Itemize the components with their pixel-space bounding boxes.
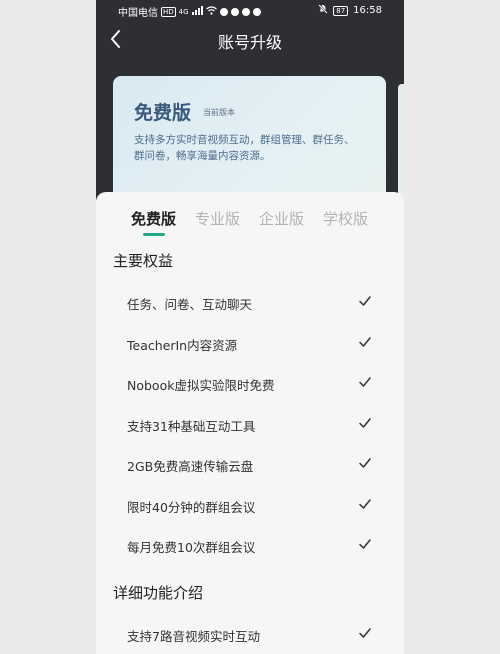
- tab-school[interactable]: 学校版: [323, 208, 368, 229]
- status-right: 87 16:58: [318, 4, 382, 17]
- page-title: 账号升级: [217, 33, 282, 52]
- check-icon: [359, 458, 371, 468]
- benefit-row: 限时40分钟的群组会议: [96, 488, 404, 524]
- benefit-label: TeacherIn内容资源: [127, 338, 238, 353]
- header-area: 中国电信 HD 4G 87 16:58 账号升级 免费版 当前版本 支持多方实时…: [96, 0, 404, 206]
- tab-enterprise[interactable]: 企业版: [259, 208, 304, 229]
- message-notification-icon: [241, 7, 250, 16]
- feature-row: 支持7路音视频实时互动: [96, 617, 404, 653]
- benefit-label: 2GB免费高速传输云盘: [127, 459, 254, 474]
- active-tab-indicator: [143, 233, 165, 236]
- carrier-label: 中国电信: [118, 8, 158, 19]
- benefit-label: Nobook虚拟实验限时免费: [127, 378, 275, 393]
- nav-bar: 账号升级: [96, 24, 404, 56]
- plan-card: 免费版 当前版本 支持多方实时音视频互动，群组管理、群任务、群问卷，畅享海量内容…: [113, 76, 386, 206]
- benefit-label: 限时40分钟的群组会议: [127, 500, 256, 515]
- check-icon: [359, 418, 371, 428]
- battery-icon: 87: [333, 5, 349, 16]
- status-bar: 中国电信 HD 4G 87 16:58: [96, 0, 404, 22]
- check-icon: [359, 539, 371, 549]
- main-benefits-title: 主要权益: [113, 252, 174, 270]
- phone-screen: 中国电信 HD 4G 87 16:58 账号升级 免费版 当前版本 支持多方实时…: [96, 0, 404, 654]
- check-icon: [359, 377, 371, 387]
- benefit-label: 支持31种基础互动工具: [127, 419, 256, 434]
- feature-label: 支持7路音视频实时互动: [127, 629, 260, 644]
- check-icon: [359, 628, 371, 638]
- background-right: [404, 0, 500, 654]
- app-notification-icon-2: [230, 7, 239, 16]
- status-left: 中国电信 HD 4G: [118, 4, 261, 19]
- plan-details-sheet: 免费版 专业版 企业版 学校版 主要权益 任务、问卷、互动聊天 TeacherI…: [96, 192, 404, 654]
- benefit-label: 任务、问卷、互动聊天: [127, 297, 253, 312]
- next-plan-card-peek[interactable]: [398, 84, 404, 204]
- mute-bell-icon: [318, 4, 328, 17]
- plan-card-description: 支持多方实时音视频互动，群组管理、群任务、群问卷，畅享海量内容资源。: [134, 134, 355, 162]
- benefit-row: Nobook虚拟实验限时免费: [96, 366, 404, 402]
- signal-icon: [191, 5, 203, 18]
- app-notification-icon: [219, 7, 228, 16]
- benefit-row: 2GB免费高速传输云盘: [96, 447, 404, 483]
- wifi-icon: [205, 5, 217, 18]
- tab-free[interactable]: 免费版: [131, 208, 176, 229]
- benefit-row: 支持31种基础互动工具: [96, 407, 404, 443]
- check-icon: [359, 337, 371, 347]
- benefit-row: TeacherIn内容资源: [96, 326, 404, 362]
- tab-professional[interactable]: 专业版: [195, 208, 240, 229]
- current-version-tag: 当前版本: [203, 108, 235, 117]
- benefit-row: 每月免费10次群组会议: [96, 528, 404, 564]
- network-type: 4G: [178, 7, 189, 16]
- background-left: [0, 0, 96, 654]
- benefit-row: 任务、问卷、互动聊天: [96, 285, 404, 321]
- check-icon: [359, 296, 371, 306]
- detail-features-title: 详细功能介绍: [113, 584, 204, 602]
- plan-card-title: 免费版: [134, 102, 192, 124]
- benefit-label: 每月免费10次群组会议: [127, 540, 256, 555]
- app-notification-icon-3: [252, 7, 261, 16]
- hd-badge: HD: [161, 6, 176, 17]
- status-time: 16:58: [353, 5, 382, 16]
- check-icon: [359, 499, 371, 509]
